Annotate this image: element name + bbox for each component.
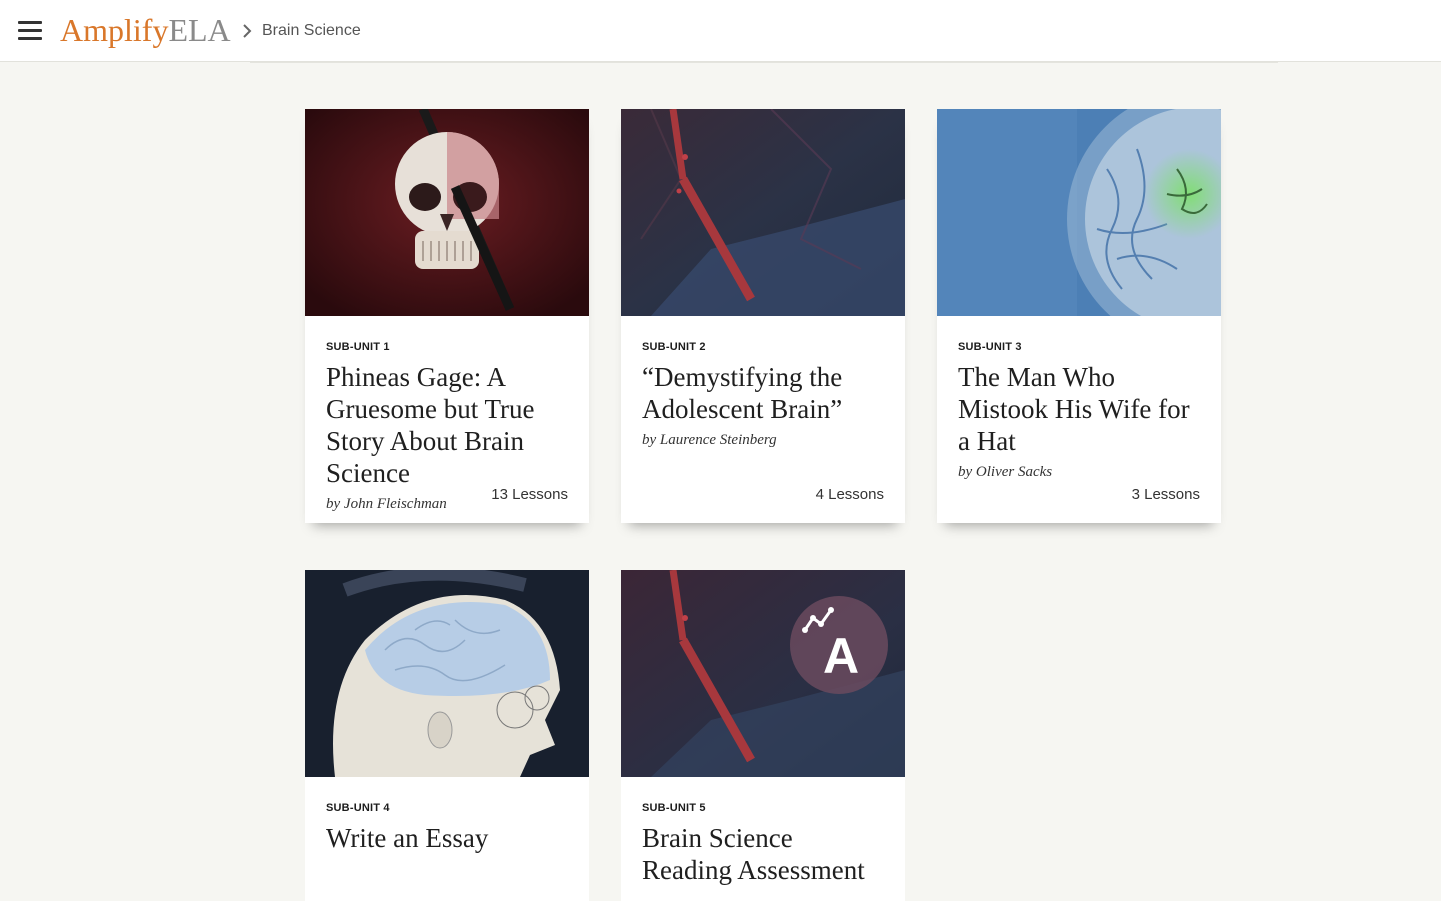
sub-unit-card-3[interactable]: SUB-UNIT 3 The Man Who Mistook His Wife …: [937, 109, 1221, 523]
phrenology-image: [305, 570, 589, 777]
lesson-count: 3 Lessons: [1131, 486, 1200, 503]
card-author: by John Fleischman: [326, 496, 447, 512]
divider: [250, 62, 1278, 63]
assessment-image: A: [621, 570, 905, 777]
sub-unit-label: SUB-UNIT 1: [326, 341, 390, 353]
red-rod-image: [621, 109, 905, 316]
card-title: Phineas Gage: A Gruesome but True Story …: [326, 362, 535, 488]
sub-unit-card-5[interactable]: A SUB-UNIT 5 Brain Science Reading Asses…: [621, 570, 905, 901]
brain-scan-image: [937, 109, 1221, 316]
sub-unit-card-1[interactable]: SUB-UNIT 1 Phineas Gage: A Gruesome but …: [305, 109, 589, 523]
sub-unit-label: SUB-UNIT 3: [958, 341, 1022, 353]
sub-unit-card-2[interactable]: SUB-UNIT 2 “Demystifying the Adolescent …: [621, 109, 905, 523]
card-author: by Oliver Sacks: [958, 464, 1053, 480]
top-bar: AmplifyELA Brain Science: [0, 0, 1441, 62]
sub-unit-label: SUB-UNIT 4: [326, 802, 390, 814]
card-title: Write an Essay: [326, 823, 489, 853]
assessment-badge-letter: A: [823, 628, 859, 684]
lesson-count: 13 Lessons: [491, 486, 568, 503]
skull-image: [305, 109, 589, 316]
logo-secondary: ELA: [168, 12, 231, 48]
card-author: by Laurence Steinberg: [642, 432, 777, 448]
card-title: “Demystifying the Adolescent Brain”: [642, 362, 843, 424]
lesson-count: 4 Lessons: [815, 486, 884, 503]
sub-unit-card-4[interactable]: SUB-UNIT 4 Write an Essay: [305, 570, 589, 901]
sub-unit-label: SUB-UNIT 5: [642, 802, 706, 814]
card-title: Brain Science Reading Assessment: [642, 823, 865, 885]
logo-primary: Amplify: [60, 12, 169, 48]
amplify-ela-logo[interactable]: AmplifyELA: [60, 10, 231, 50]
card-title: The Man Who Mistook His Wife for a Hat: [958, 362, 1190, 456]
chevron-right-icon: [243, 24, 252, 38]
breadcrumb[interactable]: Brain Science: [262, 21, 361, 41]
sub-unit-label: SUB-UNIT 2: [642, 341, 706, 353]
menu-icon[interactable]: [18, 19, 42, 41]
